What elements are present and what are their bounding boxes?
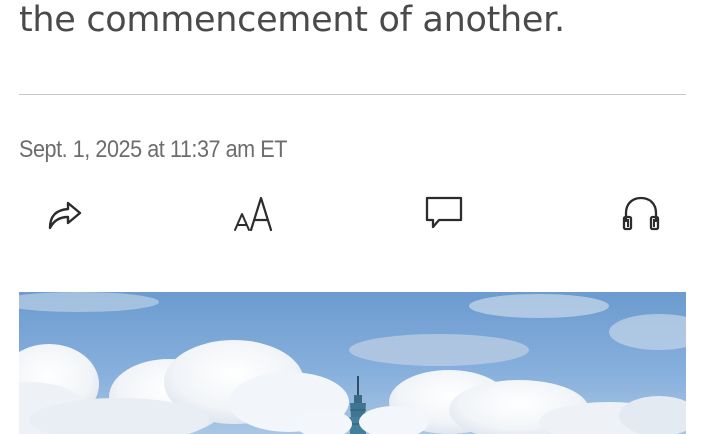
text-size-button[interactable] [226, 188, 282, 238]
article-page: the commencement of another. Sept. 1, 20… [0, 0, 705, 434]
hero-photo [19, 292, 686, 434]
listen-button[interactable] [614, 188, 668, 238]
article-hero-image[interactable] [19, 292, 686, 434]
divider [19, 94, 686, 95]
comment-bubble-icon [425, 196, 463, 229]
publish-timestamp: Sept. 1, 2025 at 11:37 am ET [19, 136, 287, 163]
share-arrow-icon [48, 201, 82, 230]
share-button[interactable] [38, 188, 90, 238]
comment-button[interactable] [418, 188, 470, 238]
article-subheadline: the commencement of another. [19, 0, 565, 40]
headphones-icon [622, 196, 660, 231]
text-size-icon [234, 196, 273, 232]
